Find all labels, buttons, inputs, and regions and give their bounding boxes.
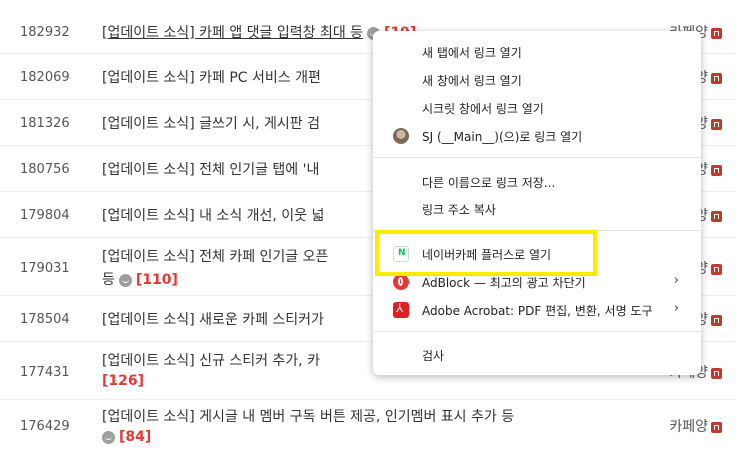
menu-inspect[interactable]: 검사 — [373, 342, 701, 368]
menu-item-label: 새 탭에서 링크 열기 — [422, 46, 522, 60]
post-number: 179804 — [20, 208, 70, 223]
comment-count: [84] — [119, 429, 152, 445]
post-number: 181326 — [20, 116, 70, 131]
menu-open-new-tab[interactable]: 새 탭에서 링크 열기 — [373, 39, 701, 65]
adblock-icon — [393, 274, 409, 290]
post-number: 179031 — [20, 261, 70, 276]
post-number: 182069 — [20, 70, 70, 85]
adobe-acrobat-icon — [393, 301, 409, 318]
manager-badge-icon — [711, 72, 722, 84]
post-title[interactable]: [업데이트 소식] 신규 스티커 추가, 카 — [102, 350, 320, 370]
post-title-continuation: 등 — [102, 272, 115, 288]
manager-badge-icon — [711, 421, 722, 433]
post-title-line2[interactable]: 등 [110] — [102, 269, 178, 289]
post-title: [업데이트 소식] 카페 앱 댓글 입력창 최대 등 — [102, 25, 364, 41]
menu-separator — [373, 331, 701, 332]
menu-open-incognito[interactable]: 시크릿 창에서 링크 열기 — [373, 95, 701, 121]
menu-separator — [373, 157, 701, 158]
post-title-line2[interactable]: [84] — [102, 429, 151, 445]
menu-item-label: 다른 이름으로 링크 저장... — [422, 176, 556, 190]
manager-badge-icon — [711, 164, 722, 176]
post-title[interactable]: [업데이트 소식] 전체 인기글 탭에 '내 — [102, 159, 319, 179]
post-title-link[interactable]: [업데이트 소식] 카페 앱 댓글 입력창 최대 등[19] — [102, 22, 416, 42]
menu-open-as-profile[interactable]: SJ (__Main__)(으)로 링크 열기 — [373, 123, 701, 149]
post-title[interactable]: [업데이트 소식] 게시글 내 멤버 구독 버튼 제공, 인기멤버 표시 추가 … — [102, 406, 514, 426]
post-number: 177431 — [20, 365, 70, 380]
context-menu: 새 탭에서 링크 열기 새 창에서 링크 열기 시크릿 창에서 링크 열기 SJ… — [373, 31, 701, 375]
comment-emoji-icon — [118, 273, 132, 287]
author[interactable]: 카페양 — [669, 416, 722, 436]
menu-copy-link[interactable]: 링크 주소 복사 — [373, 196, 701, 222]
submenu-chevron-icon: › — [673, 301, 679, 316]
manager-badge-icon — [711, 210, 722, 222]
manager-badge-icon — [711, 27, 722, 39]
menu-adobe-acrobat[interactable]: Adobe Acrobat: PDF 편집, 변환, 서명 도구 › — [373, 297, 701, 323]
profile-avatar-icon — [393, 128, 409, 144]
menu-item-label: AdBlock — 최고의 광고 차단기 — [422, 276, 586, 290]
post-number: 176429 — [20, 419, 70, 434]
menu-save-link-as[interactable]: 다른 이름으로 링크 저장... — [373, 169, 701, 195]
menu-item-label: 시크릿 창에서 링크 열기 — [422, 102, 544, 116]
menu-item-label: Adobe Acrobat: PDF 편집, 변환, 서명 도구 — [422, 304, 653, 318]
table-row: 176429 [업데이트 소식] 게시글 내 멤버 구독 버튼 제공, 인기멤버… — [0, 400, 736, 463]
post-number: 178504 — [20, 312, 70, 327]
menu-item-label: 링크 주소 복사 — [422, 203, 496, 217]
highlight-box — [375, 230, 597, 276]
manager-badge-icon — [711, 314, 722, 326]
post-title[interactable]: [업데이트 소식] 새로운 카페 스티커가 — [102, 309, 324, 329]
post-title[interactable]: [업데이트 소식] 글쓰기 시, 게시판 검 — [102, 113, 320, 133]
manager-badge-icon — [711, 263, 722, 275]
manager-badge-icon — [711, 118, 722, 130]
menu-item-label: 검사 — [422, 349, 445, 363]
post-number: 182932 — [20, 25, 70, 40]
menu-item-label: SJ (__Main__)(으)로 링크 열기 — [422, 130, 583, 144]
menu-open-new-window[interactable]: 새 창에서 링크 열기 — [373, 67, 701, 93]
comment-emoji-icon — [102, 430, 115, 444]
post-number: 180756 — [20, 162, 70, 177]
comment-count: [126] — [102, 373, 145, 389]
author-name: 카페양 — [669, 419, 708, 435]
post-title[interactable]: [업데이트 소식] 전체 카페 인기글 오픈 — [102, 246, 328, 266]
post-title-line2[interactable]: [126] — [102, 373, 144, 389]
menu-item-label: 새 창에서 링크 열기 — [422, 74, 522, 88]
manager-badge-icon — [711, 367, 722, 379]
comment-count: [110] — [135, 272, 178, 288]
post-title[interactable]: [업데이트 소식] 카페 PC 서비스 개편 — [102, 67, 321, 87]
submenu-chevron-icon: › — [673, 273, 679, 288]
post-title[interactable]: [업데이트 소식] 내 소식 개선, 이웃 넓 — [102, 205, 324, 225]
